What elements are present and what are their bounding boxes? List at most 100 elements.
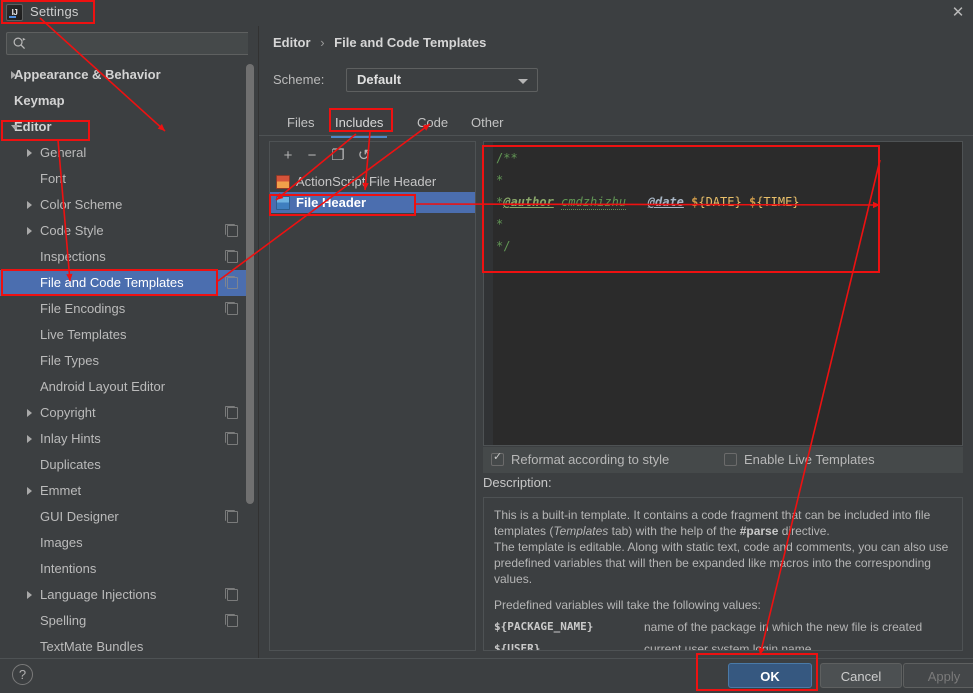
editor-code-content[interactable]: /** * *@author cmdzhizhu @date ${DATE} ${T… [496, 147, 958, 257]
sidebar-item-label: File Types [40, 353, 100, 368]
chevron-right-icon[interactable] [27, 591, 32, 599]
sidebar-item-font[interactable]: Font [0, 166, 252, 192]
breadcrumb-current: File and Code Templates [334, 35, 487, 50]
code-token: {TIME} [756, 195, 800, 209]
sidebar-item-label: Inlay Hints [40, 431, 101, 446]
sidebar-item-label: Spelling [40, 613, 87, 628]
code-line: * [496, 169, 958, 191]
cancel-button[interactable]: Cancel [820, 663, 902, 688]
predefined-variable-row: ${USER} current user system login name [494, 641, 952, 651]
chevron-right-icon[interactable] [27, 435, 32, 443]
sidebar-item-general[interactable]: General [0, 140, 252, 166]
breadcrumb-parent[interactable]: Editor [273, 35, 311, 50]
copy-button[interactable]: ❐ [328, 146, 348, 166]
list-item-label: ActionScript File Header [296, 174, 437, 189]
sidebar-item-duplicates[interactable]: Duplicates [0, 452, 252, 478]
sidebar-item-label: Appearance & Behavior [14, 67, 161, 82]
sidebar-item-spelling[interactable]: Spelling [0, 608, 252, 634]
sidebar-item-intentions[interactable]: Intentions [0, 556, 252, 582]
breadcrumb: Editor › File and Code Templates [273, 35, 486, 50]
scheme-dropdown[interactable]: Default [346, 68, 538, 92]
sidebar-item-gui-designer[interactable]: GUI Designer [0, 504, 252, 530]
ok-button[interactable]: OK [728, 663, 812, 688]
sidebar-item-android-layout-editor[interactable]: Android Layout Editor [0, 374, 252, 400]
reformat-checkbox-label[interactable]: Reformat according to style [511, 452, 669, 467]
code-token: @date [647, 195, 684, 209]
sidebar-scrollbar[interactable] [246, 26, 256, 658]
close-icon[interactable]: ✕ [947, 2, 969, 24]
sidebar-item-emmet[interactable]: Emmet [0, 478, 252, 504]
tab-files[interactable]: Files [281, 112, 320, 133]
chevron-right-icon[interactable] [11, 71, 16, 79]
sidebar-item-appearance-behavior[interactable]: Appearance & Behavior [0, 62, 252, 88]
title-bar: IJ Settings ✕ [0, 0, 973, 26]
chevron-right-icon[interactable] [27, 409, 32, 417]
sidebar-scrollbar-thumb[interactable] [246, 64, 254, 504]
chevron-right-icon[interactable] [27, 227, 32, 235]
search-input[interactable] [6, 32, 252, 55]
sidebar-item-label: TextMate Bundles [40, 639, 144, 654]
list-item[interactable]: ActionScript File Header [270, 171, 475, 192]
intellij-idea-icon: IJ [6, 4, 23, 21]
copy-settings-icon [225, 614, 238, 627]
desc-p1-em: Templates [553, 524, 609, 538]
sidebar-item-label: Android Layout Editor [40, 379, 166, 394]
sidebar-item-keymap[interactable]: Keymap [0, 88, 252, 114]
code-token: cmdzhizhu [561, 195, 627, 210]
sidebar-item-inspections[interactable]: Inspections [0, 244, 252, 270]
sidebar-item-color-scheme[interactable]: Color Scheme [0, 192, 252, 218]
apply-button[interactable]: Apply [903, 663, 973, 688]
sidebar-item-label: Images [40, 535, 83, 550]
code-token: * [496, 217, 504, 231]
enable-live-templates-checkbox[interactable] [724, 453, 737, 466]
predefined-variable-description: current user system login name [644, 642, 812, 651]
sidebar-item-label: Intentions [40, 561, 97, 576]
reformat-checkbox[interactable] [491, 451, 504, 466]
description-label: Description: [483, 475, 552, 490]
editor-options-row: Reformat according to style Enable Live T… [483, 447, 963, 473]
sidebar-item-label: Copyright [40, 405, 96, 420]
reset-button[interactable]: ↺ [354, 146, 374, 166]
editor-gutter [484, 142, 493, 445]
tab-includes[interactable]: Includes [329, 112, 389, 138]
sidebar-item-file-and-code-templates[interactable]: File and Code Templates [0, 270, 252, 296]
enable-live-templates-checkbox-label[interactable]: Enable Live Templates [744, 452, 875, 467]
copy-settings-icon [225, 224, 238, 237]
template-list-toolbar: + − ❐ ↺ [270, 142, 475, 169]
chevron-right-icon[interactable] [27, 201, 32, 209]
chevron-down-icon [518, 79, 528, 84]
template-code-editor[interactable]: /** * *@author cmdzhizhu @date ${DATE} ${T… [483, 141, 963, 446]
sidebar-item-file-types[interactable]: File Types [0, 348, 252, 374]
sidebar-item-copyright[interactable]: Copyright [0, 400, 252, 426]
search-box[interactable] [6, 32, 252, 55]
sidebar-item-file-encodings[interactable]: File Encodings [0, 296, 252, 322]
sidebar-item-label: Duplicates [40, 457, 101, 472]
copy-settings-icon [225, 588, 238, 601]
settings-sidebar: Appearance & Behavior Keymap Editor General… [0, 26, 259, 658]
sidebar-item-label: Emmet [40, 483, 82, 498]
chevron-right-icon[interactable] [27, 487, 32, 495]
code-line: * [496, 213, 958, 235]
scheme-selected-value: Default [357, 72, 402, 87]
sidebar-item-code-style[interactable]: Code Style [0, 218, 252, 244]
tab-other[interactable]: Other [465, 112, 510, 133]
chevron-right-icon[interactable] [27, 149, 32, 157]
desc-p1-strong: #parse [739, 524, 779, 538]
chevron-down-icon[interactable] [11, 125, 19, 130]
desc-p1-c: directive. [778, 524, 830, 538]
sidebar-item-images[interactable]: Images [0, 530, 252, 556]
remove-button[interactable]: − [302, 146, 322, 166]
sidebar-item-language-injections[interactable]: Language Injections [0, 582, 252, 608]
tab-code[interactable]: Code [411, 112, 454, 133]
code-line: /** [496, 147, 958, 169]
help-icon[interactable]: ? [12, 664, 33, 685]
list-item[interactable]: File Header [270, 192, 475, 213]
sidebar-item-live-templates[interactable]: Live Templates [0, 322, 252, 348]
sidebar-item-textmate-bundles[interactable]: TextMate Bundles [0, 634, 252, 658]
code-token: {DATE} [698, 195, 742, 209]
dialog-footer: ? OK Cancel Apply [0, 658, 973, 693]
sidebar-item-inlay-hints[interactable]: Inlay Hints [0, 426, 252, 452]
sidebar-item-editor[interactable]: Editor [0, 114, 252, 140]
add-button[interactable]: + [278, 146, 298, 166]
predefined-variable-name: ${PACKAGE_NAME} [494, 620, 594, 633]
